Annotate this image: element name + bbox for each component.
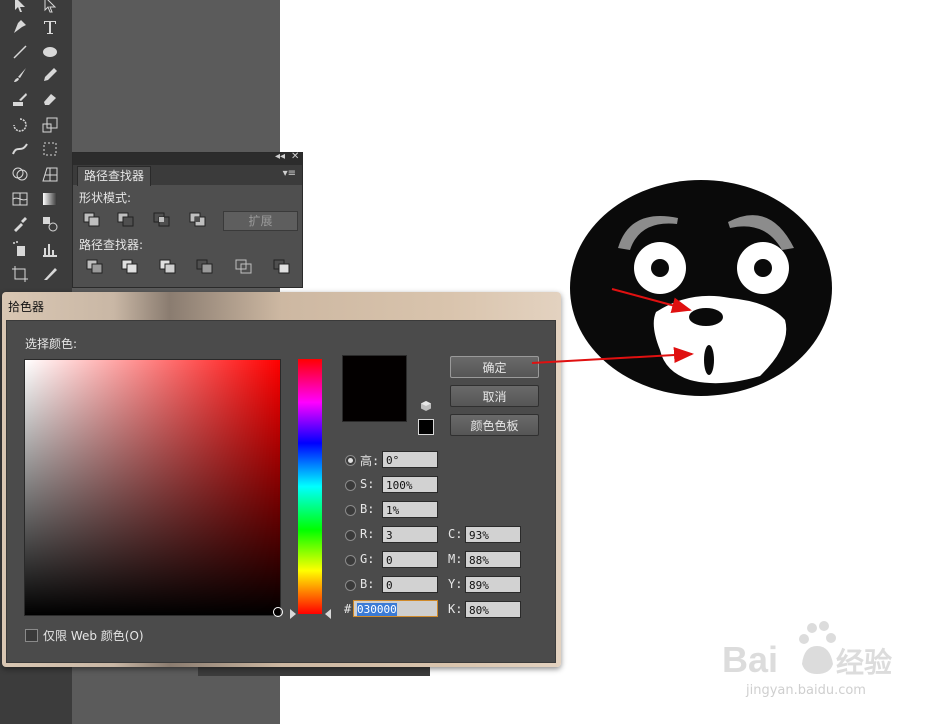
graph-icon[interactable] [39, 239, 61, 259]
width-icon[interactable] [9, 139, 31, 159]
symbol-sprayer-icon[interactable] [9, 239, 31, 259]
type-icon[interactable] [39, 17, 61, 37]
yellow-label: Y: [448, 577, 463, 591]
hue-label: 高: [360, 454, 380, 468]
saturation-radio[interactable] [345, 480, 356, 491]
hex-field[interactable]: 030000 [353, 600, 438, 617]
cancel-button[interactable]: 取消 [450, 385, 539, 407]
perspective-grid-icon[interactable] [39, 164, 61, 184]
arrow-to-mouth [531, 347, 694, 364]
cyan-label: C: [448, 527, 463, 541]
scale-icon[interactable] [39, 115, 61, 135]
minus-front-icon[interactable] [117, 212, 135, 228]
eraser-icon[interactable] [39, 89, 61, 109]
brightness-radio[interactable] [345, 505, 356, 516]
yellow-field[interactable]: 89% [465, 576, 521, 593]
hue-field[interactable]: 0° [382, 451, 438, 468]
crop-icon[interactable] [196, 259, 214, 275]
black-label: K: [448, 602, 463, 616]
mesh-icon[interactable] [9, 189, 31, 209]
baidu-watermark-logo: Bai 经验 [722, 621, 892, 680]
saturation-field[interactable]: 100% [382, 476, 438, 493]
only-web-colors-checkbox[interactable] [25, 629, 38, 642]
brightness-label: B: [360, 502, 375, 516]
watermark-url: jingyan.baidu.com [746, 683, 866, 698]
line-icon[interactable] [9, 42, 31, 62]
magenta-label: M: [448, 552, 463, 566]
panel-edge [198, 667, 430, 676]
web-safe-swatch[interactable] [418, 419, 434, 435]
hue-slider-left-arrow[interactable] [290, 609, 296, 619]
trim-icon[interactable] [121, 259, 139, 275]
blue-field[interactable]: 0 [382, 576, 438, 593]
hex-label: # [344, 602, 352, 616]
color-swatches-button[interactable]: 颜色色板 [450, 414, 539, 436]
cyan-field[interactable]: 93% [465, 526, 521, 543]
artboard-icon[interactable] [9, 264, 31, 284]
select-color-label: 选择颜色: [25, 337, 78, 351]
left-pupil [651, 259, 669, 277]
hex-value: 030000 [357, 603, 397, 616]
svg-text:Bai: Bai [722, 639, 778, 680]
panel-menu-icon[interactable]: ▾≡ [283, 168, 296, 179]
hue-radio[interactable] [345, 455, 356, 466]
direct-selection-icon[interactable] [39, 0, 61, 14]
green-field[interactable]: 0 [382, 551, 438, 568]
collapse-icon[interactable]: ◂◂ [275, 151, 285, 162]
outline-icon[interactable] [235, 259, 253, 275]
gradient-icon[interactable] [39, 189, 61, 209]
free-transform-icon[interactable] [39, 139, 61, 159]
slice-icon[interactable] [39, 264, 61, 284]
pathfinder-panel: ◂◂ ✕ 路径查找器 ▾≡ 形状模式: 扩展 路径查找器: [72, 151, 303, 288]
brightness-field[interactable]: 1% [382, 501, 438, 518]
hue-slider-right-arrow[interactable] [325, 609, 331, 619]
dialog-body: 选择颜色: 确定 取消 颜色色板 高: 0° S: 100% B: 1% R: … [6, 320, 556, 663]
annotation-arrows [531, 288, 694, 364]
pencil-icon[interactable] [39, 65, 61, 85]
hue-slider[interactable] [298, 359, 322, 614]
right-pupil [754, 259, 772, 277]
color-field-marker[interactable] [273, 607, 283, 617]
tab-pathfinder[interactable]: 路径查找器 [77, 166, 152, 186]
blob-brush-icon[interactable] [9, 89, 31, 109]
merge-icon[interactable] [159, 259, 177, 275]
red-label: R: [360, 527, 375, 541]
shape-modes-label: 形状模式: [79, 191, 132, 205]
dialog-title: 拾色器 [8, 300, 45, 314]
green-label: G: [360, 552, 375, 566]
black-field[interactable]: 80% [465, 601, 521, 618]
web-safe-cube-icon[interactable] [421, 401, 431, 411]
blue-radio[interactable] [345, 580, 356, 591]
paintbrush-icon[interactable] [9, 65, 31, 85]
saturation-label: S: [360, 477, 375, 491]
exclude-icon[interactable] [189, 212, 207, 228]
red-field[interactable]: 3 [382, 526, 438, 543]
pen-icon[interactable] [9, 17, 31, 37]
unite-icon[interactable] [83, 212, 101, 228]
only-web-colors-label: 仅限 Web 颜色(O) [43, 629, 144, 643]
shape-builder-icon[interactable] [9, 164, 31, 184]
panel-tab-bar: 路径查找器 ▾≡ [73, 165, 302, 186]
divide-icon[interactable] [86, 259, 104, 275]
arrow-to-nose [611, 288, 692, 314]
color-picker-dialog: 拾色器 选择颜色: 确定 取消 颜色色板 高: 0° S: 100% B: 1%… [2, 292, 561, 667]
pathfinders-label: 路径查找器: [79, 238, 144, 252]
magenta-field[interactable]: 88% [465, 551, 521, 568]
eyedropper-icon[interactable] [9, 214, 31, 234]
blend-icon[interactable] [39, 214, 61, 234]
blue-label: B: [360, 577, 375, 591]
color-field[interactable] [24, 359, 281, 616]
green-radio[interactable] [345, 555, 356, 566]
close-icon[interactable]: ✕ [291, 151, 299, 162]
selection-icon[interactable] [9, 0, 31, 14]
red-radio[interactable] [345, 530, 356, 541]
minus-back-icon[interactable] [273, 259, 291, 275]
new-color-swatch [342, 355, 407, 422]
rotate-icon[interactable] [9, 115, 31, 135]
expand-button[interactable]: 扩展 [223, 211, 298, 231]
ellipse-icon[interactable] [39, 42, 61, 62]
intersect-icon[interactable] [153, 212, 171, 228]
svg-text:经验: 经验 [836, 646, 892, 679]
panel-header-bar[interactable]: ◂◂ ✕ [73, 151, 302, 165]
